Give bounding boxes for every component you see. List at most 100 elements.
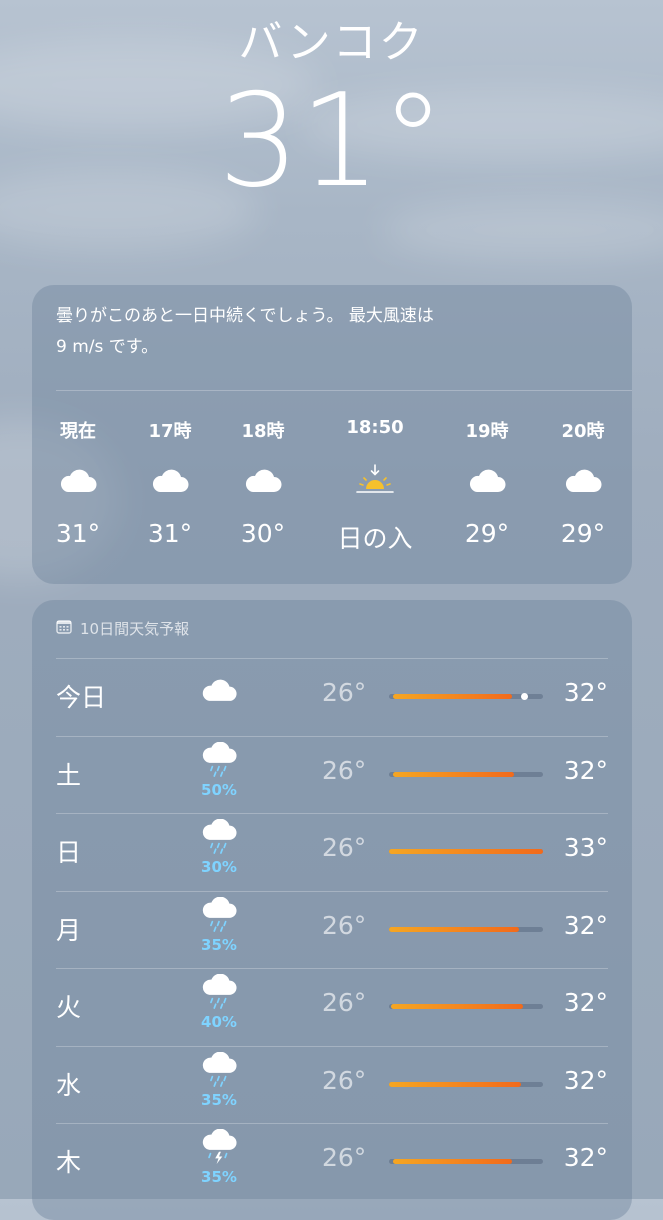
summary-line-1: 曇りがこのあと一日中続くでしょう。 最大風速は	[56, 306, 434, 326]
forecast-day-name: 今日	[56, 683, 107, 712]
precipitation-chance: 30%	[201, 858, 237, 876]
forecast-high: 32°	[563, 1065, 608, 1095]
temperature-range-track	[389, 771, 543, 777]
forecast-high: 32°	[563, 910, 608, 940]
forecast-header: 10日間天気予報	[56, 618, 189, 639]
current-temperature-marker	[521, 693, 528, 700]
hourly-item: 17時 31°	[125, 417, 215, 548]
forecast-condition: 35%	[197, 1051, 241, 1109]
row-divider	[56, 1123, 608, 1124]
temperature-range-track	[389, 849, 543, 854]
forecast-low: 26°	[322, 1065, 367, 1095]
hourly-time: 18:50	[346, 417, 404, 438]
forecast-day-name: 土	[56, 760, 82, 790]
hourly-time: 20時	[561, 421, 605, 442]
hourly-time: 17時	[148, 421, 192, 442]
forecast-condition: 35%	[197, 896, 241, 954]
forecast-day-name: 月	[56, 915, 82, 945]
temperature-range-track	[389, 926, 543, 932]
current-temperature: 31°	[218, 67, 445, 216]
summary-divider	[56, 390, 632, 391]
row-divider	[56, 890, 608, 892]
temperature-range-bar	[391, 1004, 524, 1009]
precipitation-chance: 50%	[201, 780, 237, 799]
precipitation-chance: 35%	[201, 1168, 237, 1186]
forecast-day-name: 火	[56, 993, 82, 1022]
temperature-range-track	[389, 1004, 543, 1009]
cloud-icon	[442, 455, 532, 505]
forecast-high: 32°	[563, 988, 608, 1017]
forecast-high: 32°	[563, 678, 608, 707]
cloud-rain-icon	[200, 973, 238, 1014]
row-divider	[56, 735, 608, 737]
city-name: バンコク	[238, 17, 425, 68]
hourly-item: 19時 29°	[442, 417, 532, 548]
hourly-time: 18時	[241, 421, 285, 442]
temperature-range-bar	[393, 771, 515, 777]
forecast-day-row[interactable]: 土 50% 26° 32°	[32, 735, 632, 813]
hourly-item: 18時 30°	[218, 417, 308, 548]
forecast-low: 26°	[322, 755, 367, 785]
row-divider	[56, 658, 608, 659]
forecast-low: 26°	[322, 988, 367, 1017]
cloud-rain-icon	[200, 741, 238, 782]
cloud-icon	[33, 455, 123, 505]
temperature-range-track	[389, 1081, 543, 1087]
forecast-low: 26°	[322, 678, 367, 707]
forecast-day-row[interactable]: 日 30% 26° 33°	[32, 813, 632, 890]
cloud-icon	[538, 455, 628, 505]
summary-line-2: 9 m/s です。	[56, 337, 159, 357]
precipitation-chance: 40%	[201, 1013, 237, 1031]
hourly-time: 19時	[465, 421, 509, 442]
row-divider	[56, 813, 608, 814]
cloud-rain-icon	[200, 1051, 238, 1092]
temperature-range-track	[389, 1159, 543, 1164]
hourly-item: 現在 31°	[33, 417, 123, 548]
forecast-header-label: 10日間天気予報	[80, 620, 190, 638]
row-divider	[56, 968, 608, 969]
precipitation-chance: 35%	[201, 935, 237, 954]
forecast-low: 26°	[322, 910, 367, 940]
precipitation-chance: 35%	[201, 1090, 237, 1109]
temperature-range-track	[389, 693, 543, 700]
forecast-day-name: 日	[56, 838, 82, 867]
weather-summary: 曇りがこのあと一日中続くでしょう。 最大風速は 9 m/s です。	[56, 301, 596, 363]
temperature-range-bar	[393, 1159, 513, 1164]
temperature-range-bar	[389, 849, 543, 854]
hourly-temp: 31°	[55, 519, 101, 548]
cloud-icon	[125, 455, 215, 505]
temperature-range-bar	[389, 1081, 521, 1087]
forecast-high: 32°	[563, 755, 608, 785]
forecast-low: 26°	[322, 833, 367, 862]
hourly-time: 現在	[60, 421, 96, 442]
hourly-item: 20時 29°	[538, 417, 628, 548]
hourly-forecast-card[interactable]: 曇りがこのあと一日中続くでしょう。 最大風速は 9 m/s です。 現在 31° 1…	[32, 285, 632, 584]
cloud-rain-icon	[200, 896, 238, 937]
hourly-temp: 29°	[464, 519, 510, 548]
forecast-day-row[interactable]: 水 35% 26° 32°	[32, 1045, 632, 1123]
forecast-condition	[197, 678, 241, 706]
hourly-item: 18:50 日の入	[330, 417, 420, 555]
ten-day-forecast-card[interactable]: 10日間天気予報 今日 26° 32° 土 50% 26° 32° 日 30% 26° 33° 月 35…	[32, 600, 632, 1220]
cloud-rain-icon	[200, 818, 238, 859]
forecast-day-name: 木	[56, 1148, 82, 1177]
forecast-day-row[interactable]: 木 35% 26° 32°	[32, 1123, 632, 1200]
forecast-condition: 30%	[197, 818, 241, 876]
cloud-icon	[200, 678, 238, 706]
forecast-high: 33°	[563, 833, 608, 862]
temperature-range-bar	[393, 694, 513, 699]
forecast-low: 26°	[322, 1143, 367, 1172]
cloud-icon	[218, 455, 308, 505]
row-divider	[56, 1045, 608, 1047]
hourly-temp: 30°	[240, 519, 286, 548]
forecast-day-row[interactable]: 月 35% 26° 32°	[32, 890, 632, 968]
hourly-temp: 日の入	[337, 524, 413, 553]
forecast-day-row[interactable]: 今日 26° 32°	[32, 658, 632, 735]
forecast-day-row[interactable]: 火 40% 26° 32°	[32, 968, 632, 1045]
hourly-temp: 29°	[560, 519, 606, 548]
forecast-day-name: 水	[56, 1070, 82, 1100]
sunset-icon	[330, 455, 420, 505]
forecast-condition: 50%	[197, 741, 241, 799]
hourly-temp: 31°	[147, 519, 193, 548]
forecast-condition: 35%	[197, 1128, 241, 1186]
